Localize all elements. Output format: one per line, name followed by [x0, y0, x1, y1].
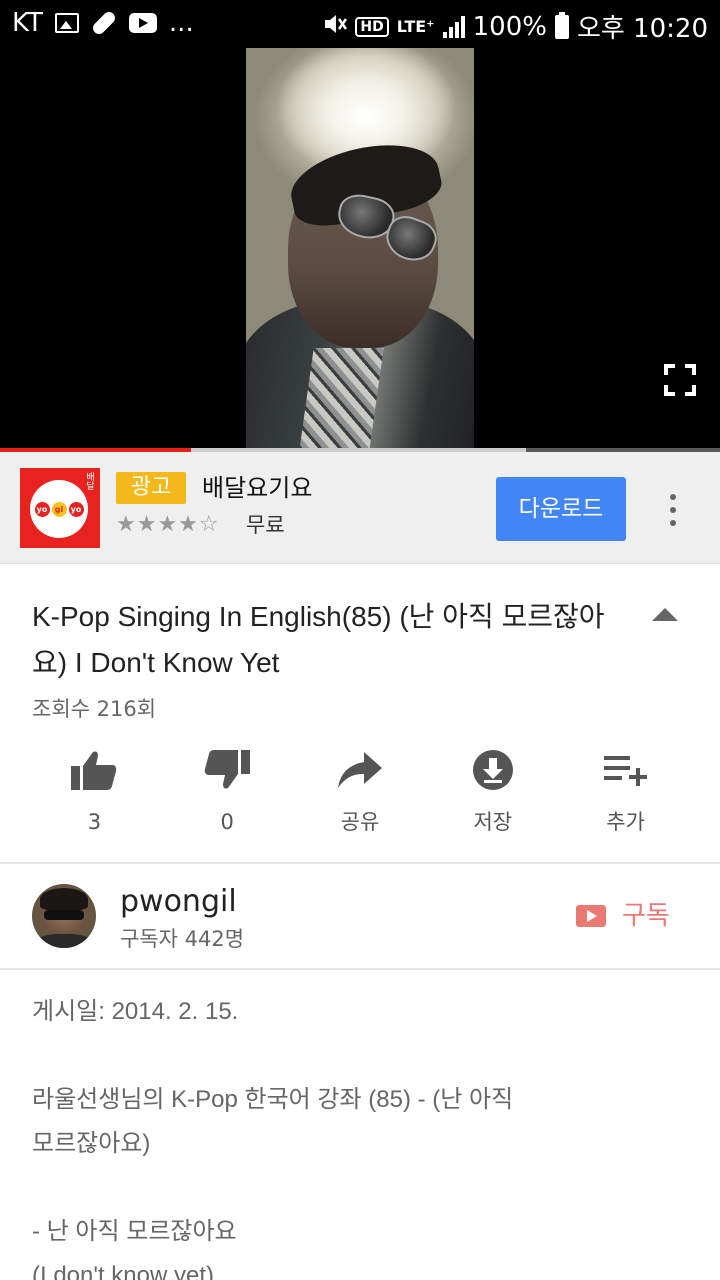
logo-syllable: yo [34, 501, 50, 517]
lte-icon: LTE⁺ [396, 16, 435, 36]
video-title: K-Pop Singing In English(85) (난 아직 모르잖아요… [32, 601, 605, 678]
divider [0, 862, 720, 864]
channel-avatar[interactable] [32, 884, 96, 948]
save-offline-button[interactable]: 저장 [426, 746, 559, 846]
gallery-icon [54, 13, 79, 33]
share-label: 공유 [340, 810, 380, 834]
pill-icon [90, 9, 118, 37]
status-bar: KT ... HD LTE⁺ 100% 오후 10:20 [0, 0, 720, 48]
video-player[interactable] [0, 48, 720, 450]
published-date: 게시일: 2014. 2. 15. [32, 998, 239, 1025]
mute-icon [323, 12, 348, 42]
subscriber-count: 구독자 442명 [120, 927, 245, 951]
ad-app-logo[interactable]: yo gi yo 배달 [20, 468, 100, 548]
more-options-icon[interactable] [662, 490, 684, 530]
action-bar: 3 0 공유 저장 추가 [28, 746, 692, 846]
ad-download-button[interactable]: 다운로드 [496, 477, 626, 541]
hd-voice-icon: HD [355, 16, 389, 37]
youtube-icon [128, 13, 157, 33]
ad-app-name[interactable]: 배달요기요 [202, 472, 312, 504]
fullscreen-icon[interactable] [664, 364, 696, 396]
logo-syllable: gi [51, 501, 67, 517]
ad-banner[interactable]: yo gi yo 배달 광고 배달요기요 ★★★★☆ 무료 다운로드 [0, 452, 720, 564]
ad-rating-stars: ★★★★☆ [116, 512, 220, 537]
collapse-chevron-icon[interactable] [652, 608, 678, 621]
battery-percent: 100% [472, 11, 547, 42]
subscribe-button[interactable]: 구독 [576, 898, 670, 934]
logo-tag: 배달 [84, 472, 94, 490]
battery-icon [554, 11, 569, 39]
dislike-count: 0 [220, 810, 234, 834]
description-line: - 난 아직 모르잖아요 [32, 1218, 237, 1245]
save-label: 저장 [473, 810, 513, 834]
download-icon [469, 746, 517, 794]
subscribe-label: 구독 [622, 901, 670, 931]
add-to-playlist-icon [602, 746, 650, 794]
clock: 오후 10:20 [576, 14, 708, 44]
description-line: 라울선생님의 K-Pop 한국어 강좌 (85) - (난 아직 [32, 1086, 514, 1113]
description-line: 모르잖아요) [32, 1130, 151, 1157]
dislike-button[interactable]: 0 [161, 746, 294, 846]
channel-name[interactable]: pwongil [120, 882, 237, 922]
share-icon [336, 746, 384, 794]
logo-syllable: yo [68, 501, 84, 517]
thumbs-down-icon [203, 746, 251, 794]
thumbs-up-icon [70, 746, 118, 794]
subscribe-play-icon [576, 905, 606, 927]
like-count: 3 [87, 810, 102, 834]
video-description: 게시일: 2014. 2. 15. 라울선생님의 K-Pop 한국어 강좌 (8… [32, 990, 672, 1280]
carrier-label: KT [12, 8, 43, 38]
video-frame [246, 48, 474, 448]
view-count: 조회수 216회 [32, 697, 157, 721]
description-line: (I don't know yet) [32, 1262, 214, 1280]
like-button[interactable]: 3 [28, 746, 161, 846]
add-to-playlist-button[interactable]: 추가 [559, 746, 692, 846]
divider [0, 968, 720, 970]
ad-badge: 광고 [116, 472, 186, 504]
more-notifications: ... [168, 8, 194, 38]
share-button[interactable]: 공유 [294, 746, 427, 846]
signal-icon [442, 15, 465, 38]
ad-price: 무료 [246, 513, 285, 537]
add-label: 추가 [606, 810, 645, 834]
